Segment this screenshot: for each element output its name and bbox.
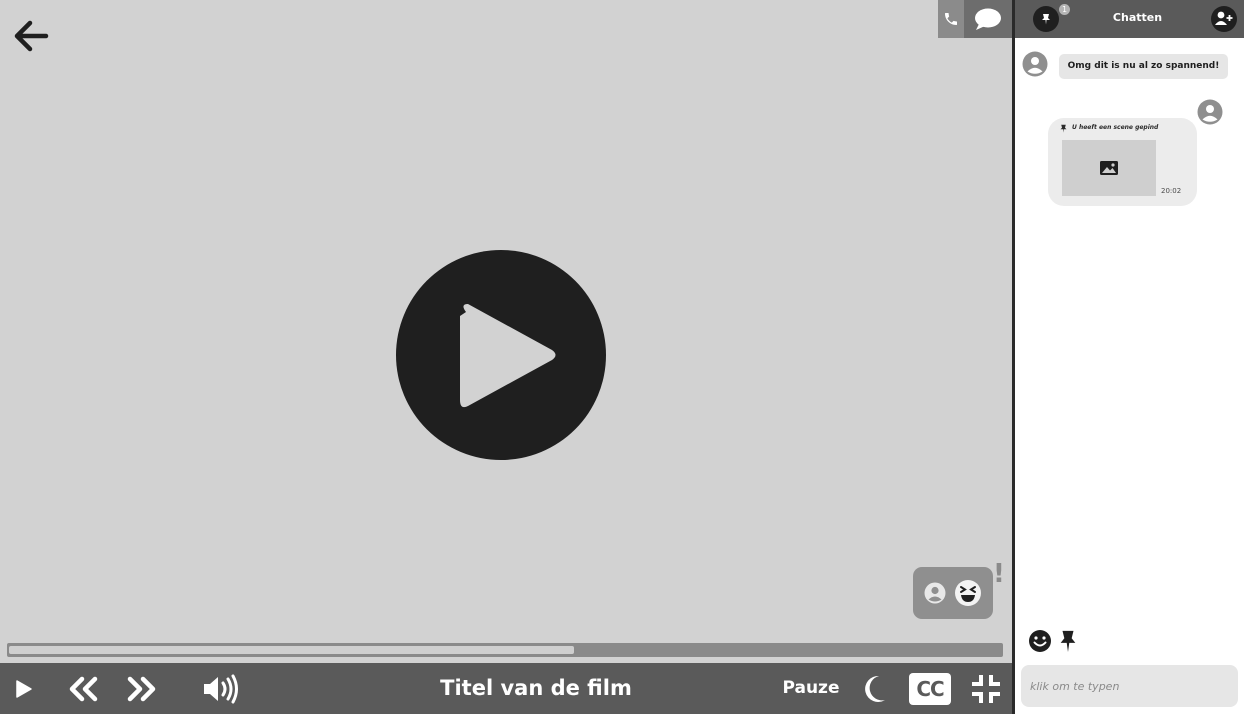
pin-icon: [1042, 14, 1050, 25]
pinned-scene-caption: U heeft een scene gepind: [1072, 124, 1159, 131]
pinned-scenes-button[interactable]: [1033, 6, 1059, 32]
chat-title: Chatten: [1112, 11, 1163, 24]
user-avatar: [1022, 51, 1048, 77]
pin-icon: [1060, 124, 1067, 133]
seek-bar-progress: [9, 646, 574, 654]
play-circle-icon: [396, 250, 606, 460]
video-area: !: [0, 0, 1012, 714]
chat-input[interactable]: [1021, 665, 1238, 707]
play-icon: [16, 680, 32, 698]
volume-button[interactable]: [200, 673, 240, 705]
pinned-count-badge: 1: [1059, 4, 1070, 15]
pinned-scene-message[interactable]: U heeft een scene gepind 20:02: [1048, 118, 1197, 206]
moon-icon: [865, 675, 885, 702]
phone-icon: [945, 13, 957, 25]
play-button[interactable]: [10, 675, 36, 703]
double-chevron-left-icon: [69, 676, 98, 702]
user-avatar-icon: [1197, 99, 1223, 125]
top-toolbar: [938, 0, 1012, 38]
exit-fullscreen-icon: [972, 675, 1000, 703]
back-button[interactable]: [12, 18, 50, 54]
double-chevron-right-icon: [127, 676, 156, 702]
chat-toggle-button[interactable]: [964, 0, 1012, 38]
fast-forward-button[interactable]: [125, 674, 159, 704]
emoji-button[interactable]: [1028, 629, 1052, 653]
add-user-icon: [1215, 11, 1233, 25]
exit-fullscreen-button[interactable]: [969, 672, 1003, 706]
film-title: Titel van de film: [440, 676, 632, 700]
smiley-icon: [1029, 630, 1051, 652]
pin-icon: [1060, 630, 1076, 652]
user-avatar-icon: [1022, 51, 1048, 77]
big-play-button[interactable]: [396, 250, 606, 460]
own-avatar: [1197, 99, 1223, 125]
speech-bubble-icon: [975, 8, 1001, 30]
pinned-scene-thumbnail[interactable]: [1062, 140, 1156, 196]
reaction-panel[interactable]: [913, 567, 993, 619]
pin-scene-button[interactable]: [1057, 629, 1079, 653]
user-avatar-icon: [924, 582, 946, 604]
call-button[interactable]: [938, 0, 964, 38]
laughing-emoji-icon: [955, 580, 981, 606]
captions-button[interactable]: CC: [909, 673, 951, 705]
image-icon: [1100, 161, 1118, 175]
add-person-button[interactable]: [1211, 6, 1237, 32]
seek-bar[interactable]: [7, 643, 1003, 657]
chat-message: Omg dit is nu al zo spannend!: [1059, 54, 1228, 79]
volume-icon: [204, 674, 238, 704]
pause-button[interactable]: Pauze: [772, 663, 850, 714]
arrow-left-icon: [14, 20, 49, 52]
chat-header: 1 Chatten: [1015, 0, 1244, 38]
night-mode-button[interactable]: [858, 673, 888, 705]
pinned-scene-time: 20:02: [1161, 187, 1182, 195]
chat-panel: 1 Chatten Omg dit is nu al zo spannend!: [1015, 0, 1244, 714]
rewind-button[interactable]: [66, 674, 100, 704]
reaction-alert: !: [993, 559, 1005, 589]
